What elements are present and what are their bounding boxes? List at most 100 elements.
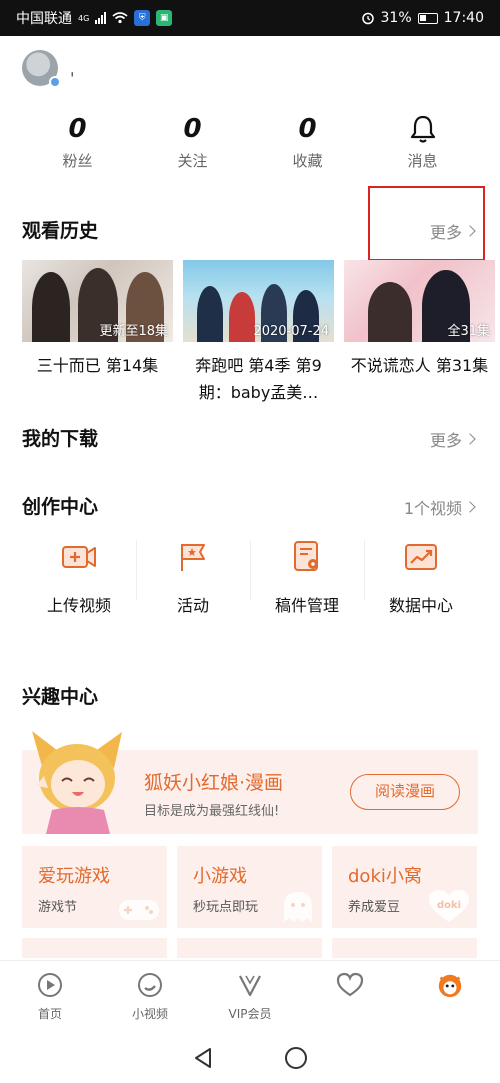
stat-following-count: 0: [183, 114, 202, 144]
banner-subtitle: 目标是成为最强红线仙!: [144, 804, 280, 819]
short-video-icon: [136, 971, 164, 999]
shield-app-icon: ⛨: [134, 10, 151, 26]
history-item[interactable]: 全31集 不说谎恋人 第31集: [344, 260, 495, 406]
create-item-data[interactable]: 数据中心: [364, 536, 478, 616]
create-item-manuscripts[interactable]: 稿件管理: [250, 536, 364, 616]
interest-title: 兴趣中心: [22, 686, 99, 708]
chevron-right-icon: [464, 433, 476, 445]
bottom-nav: 首页 小视频 VIP会员: [0, 960, 500, 1032]
avatar-badge-icon: [49, 76, 61, 88]
username[interactable]: ˌ: [70, 59, 74, 78]
create-center-more-label: 1个视频: [403, 499, 462, 518]
stat-following-label: 关注: [177, 152, 208, 170]
network-type: 4G: [78, 13, 90, 23]
home-circle-icon[interactable]: [284, 1046, 308, 1070]
history-caption: 2020-07-24: [253, 324, 329, 339]
card-subtitle: 秒玩点即玩: [193, 900, 259, 915]
history-caption: 更新至18集: [99, 324, 168, 339]
status-bar: 中国联通 4G ⛨ ▣ 31% 17:40: [0, 0, 500, 36]
thumbnail-figure: [32, 272, 70, 342]
create-center-more-button[interactable]: 1个视频: [403, 495, 476, 519]
history-item-title: 三十而已 第14集: [36, 356, 159, 375]
status-right: 31% 17:40: [361, 10, 484, 26]
nav-home[interactable]: 首页: [0, 961, 100, 1032]
interest-card-partial[interactable]: [332, 938, 477, 958]
wifi-icon: [112, 12, 128, 24]
create-item-upload[interactable]: 上传视频: [22, 536, 136, 616]
doki-heart-icon: doki: [429, 890, 469, 922]
app-notification-icon: ▣: [156, 10, 173, 26]
create-item-label: 上传视频: [46, 596, 111, 615]
history-thumbnail: 全31集: [344, 260, 495, 342]
vip-icon: [236, 971, 264, 999]
history-item[interactable]: 更新至18集 三十而已 第14集: [22, 260, 173, 406]
profile-header[interactable]: ˌ: [22, 50, 74, 88]
gamepad-icon: [119, 900, 159, 920]
interest-card-partial[interactable]: [177, 938, 322, 958]
nav-home-label: 首页: [37, 1007, 62, 1021]
create-item-label: 数据中心: [388, 596, 453, 615]
banner-title: 狐妖小红娘·漫画: [144, 772, 284, 794]
create-item-activity[interactable]: 活动: [136, 536, 250, 616]
nav-favorites[interactable]: [300, 961, 400, 1032]
stat-following[interactable]: 0 关注: [135, 112, 250, 171]
doki-badge-text: doki: [437, 900, 461, 911]
card-subtitle: 养成爱豆: [348, 900, 401, 915]
nav-profile[interactable]: [400, 961, 500, 1032]
activity-flag-icon: [174, 538, 212, 576]
data-chart-icon: [402, 538, 440, 576]
avatar[interactable]: [22, 50, 61, 88]
history-title: 观看历史: [22, 220, 99, 242]
interest-card-doki[interactable]: doki小窝 养成爱豆 doki: [332, 846, 477, 928]
create-center-grid: 上传视频 活动 稿件管理 数据中心: [22, 536, 478, 616]
history-caption: 全31集: [447, 324, 490, 339]
read-comic-button[interactable]: 阅读漫画: [350, 774, 460, 810]
back-icon[interactable]: [192, 1046, 214, 1070]
interest-card-partial[interactable]: [22, 938, 167, 958]
nav-short-video-label: 小视频: [131, 1007, 168, 1021]
signal-icon: [95, 12, 107, 24]
history-item-title: 奔跑吧 第4季 第9期：baby孟美…: [195, 356, 322, 402]
stat-fans[interactable]: 0 粉丝: [20, 112, 135, 171]
carrier-label: 中国联通: [16, 11, 72, 27]
nav-short-video[interactable]: 小视频: [100, 961, 200, 1032]
history-item[interactable]: 2020-07-24 奔跑吧 第4季 第9期：baby孟美…: [183, 260, 334, 406]
thumbnail-figure: [368, 282, 412, 342]
stat-messages[interactable]: 消息: [365, 112, 480, 171]
stat-favorites-label: 收藏: [292, 152, 323, 170]
nav-vip-label: VIP会员: [228, 1007, 272, 1021]
chevron-right-icon: [464, 501, 476, 513]
manuscript-icon: [288, 538, 326, 576]
stat-fans-count: 0: [68, 114, 87, 144]
fox-girl-character-icon: [32, 731, 122, 834]
nav-vip[interactable]: VIP会员: [200, 961, 300, 1032]
interest-card-minigames[interactable]: 小游戏 秒玩点即玩: [177, 846, 322, 928]
interest-cards: 爱玩游戏 游戏节 小游戏 秒玩点即玩 doki小窝 养成爱豆 doki: [22, 846, 478, 928]
card-title: 小游戏: [193, 866, 247, 887]
stat-messages-label: 消息: [407, 152, 438, 170]
thumbnail-figure: [197, 286, 223, 342]
stats-row: 0 粉丝 0 关注 0 收藏 消息: [0, 112, 500, 171]
thumbnail-figure: [229, 292, 255, 342]
comic-banner[interactable]: 狐妖小红娘·漫画 目标是成为最强红线仙! 阅读漫画: [22, 731, 478, 834]
interest-cards-row2: [22, 938, 478, 958]
card-title: doki小窝: [348, 866, 422, 887]
battery-percent: 31%: [380, 10, 412, 26]
card-title: 爱玩游戏: [38, 866, 110, 887]
stat-favorites-count: 0: [298, 114, 317, 144]
history-item-title: 不说谎恋人 第31集: [350, 356, 489, 375]
status-left: 中国联通 4G ⛨ ▣: [16, 8, 173, 28]
clock: 17:40: [443, 10, 484, 26]
stat-favorites[interactable]: 0 收藏: [250, 112, 365, 171]
downloads-more-label: 更多: [429, 431, 462, 450]
create-center-title: 创作中心: [22, 496, 99, 518]
upload-video-icon: [60, 538, 98, 576]
downloads-title: 我的下载: [22, 428, 99, 450]
bell-icon: [406, 112, 440, 146]
interest-card-games[interactable]: 爱玩游戏 游戏节: [22, 846, 167, 928]
history-thumbnail: 2020-07-24: [183, 260, 334, 342]
battery-icon: [417, 12, 438, 24]
system-nav-bar: [0, 1032, 500, 1083]
ghost-icon: [284, 892, 312, 922]
downloads-more-button[interactable]: 更多: [429, 427, 476, 451]
